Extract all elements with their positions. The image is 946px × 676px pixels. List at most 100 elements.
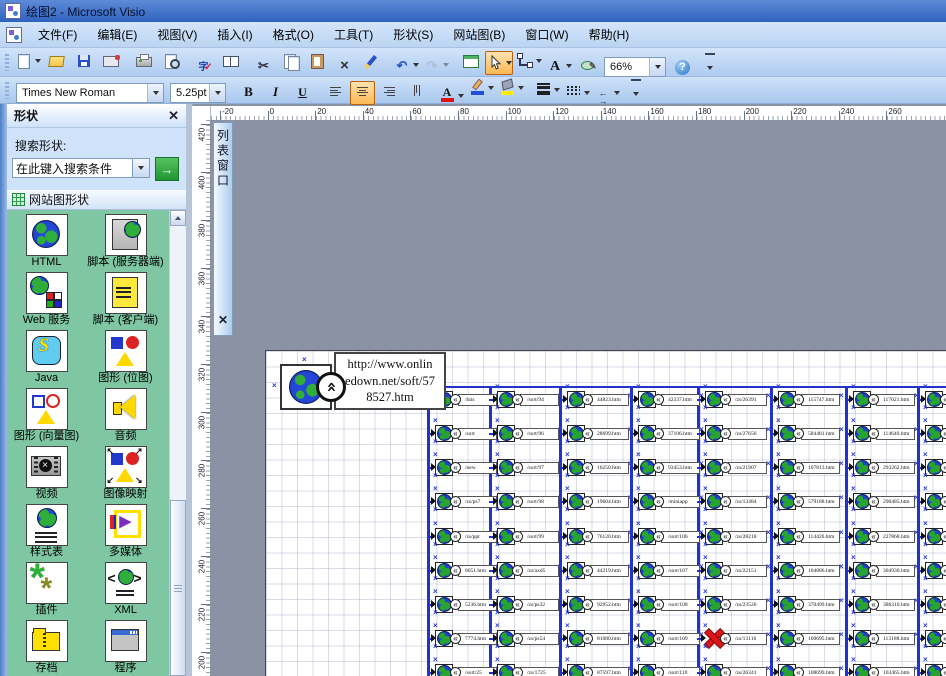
collapse-button[interactable]: « (793, 428, 804, 439)
web-page-shape[interactable]: ××«/sort/94× (495, 390, 559, 410)
collapse-button[interactable]: « (582, 394, 593, 405)
web-page-shape[interactable]: ××«/zs/13484× (703, 492, 767, 512)
collapse-button[interactable]: « (940, 531, 946, 542)
web-page-shape[interactable]: ××«7774.htm× (433, 629, 497, 649)
web-page-shape[interactable]: ××«108699.htm× (776, 663, 840, 676)
collapse-button[interactable]: « (940, 462, 946, 473)
web-page-shape[interactable]: ××«113188.htm× (851, 629, 915, 649)
line-pattern-button[interactable] (563, 81, 591, 105)
web-page-shape[interactable]: ××«5× (923, 390, 946, 410)
underline-button[interactable]: U (290, 81, 315, 105)
font-size-select[interactable]: 5.25pt (170, 83, 226, 103)
collapse-button[interactable]: « (512, 633, 523, 644)
web-page-shape[interactable]: ××«/zs/27656× (703, 424, 767, 444)
web-page-shape[interactable]: ××«293262.htm× (851, 458, 915, 478)
collapse-button[interactable]: « (868, 667, 879, 676)
collapse-button[interactable]: « (512, 565, 523, 576)
chevron-down-icon[interactable] (649, 58, 665, 76)
stencil-item-graphic-vector[interactable]: 图形 (向量图) (7, 388, 86, 444)
collapse-button[interactable]: « (582, 428, 593, 439)
web-page-shape[interactable]: ××«87597.htm× (565, 663, 629, 676)
toolbar-grip[interactable] (5, 82, 9, 99)
web-page-shape[interactable]: ××«/zs/23526× (703, 595, 767, 615)
menu-item[interactable]: 插入(I) (207, 24, 262, 46)
menu-item[interactable]: 视图(V) (147, 24, 207, 46)
web-page-shape[interactable]: ××«37106.htm× (636, 424, 700, 444)
collapse-button[interactable]: « (720, 565, 731, 576)
web-page-shape[interactable]: ××«/new× (433, 458, 497, 478)
web-page-shape[interactable]: ××«/zs/1725× (495, 663, 559, 676)
collapse-button[interactable]: « (316, 372, 346, 402)
collapse-button[interactable]: « (720, 633, 731, 644)
web-page-shape[interactable]: ××«2× (923, 527, 946, 547)
collapse-button[interactable]: « (512, 667, 523, 676)
web-page-shape[interactable]: ××«304930.htm× (851, 561, 915, 581)
stencil-item-image-map[interactable]: ↖↗↙↘图像映射 (86, 446, 165, 502)
menu-item[interactable]: 格式(O) (263, 24, 324, 46)
stencil-item-xml[interactable]: <>XML (86, 562, 165, 618)
stencil-item-archive[interactable]: 存档 (7, 620, 86, 676)
research-button[interactable] (218, 49, 243, 73)
collapse-button[interactable]: « (868, 428, 879, 439)
bold-button[interactable]: B (236, 80, 261, 104)
web-page-shape[interactable]: ××«76120.htm× (565, 527, 629, 547)
collapse-button[interactable]: « (450, 667, 461, 676)
collapse-button[interactable]: « (940, 565, 946, 576)
web-page-shape[interactable]: ××«227868.htm× (851, 527, 915, 547)
web-page-shape[interactable]: ××«/zs/26341× (703, 663, 767, 676)
line-ends-button[interactable]: ←→ (593, 81, 621, 105)
collapse-button[interactable]: « (720, 496, 731, 507)
web-page-shape[interactable]: ××«4× (923, 595, 946, 615)
chevron-down-icon[interactable] (209, 84, 225, 102)
web-page-shape[interactable]: ××«42337.htm× (636, 390, 700, 410)
web-page-shape[interactable]: ××«19604.htm× (565, 492, 629, 512)
web-page-shape[interactable]: ××«16250.htm× (565, 458, 629, 478)
collapse-button[interactable]: « (793, 531, 804, 542)
web-page-shape[interactable]: ××«3× (923, 458, 946, 478)
stencil-item-stylesheet[interactable]: 样式表 (7, 504, 86, 560)
align-right-button[interactable] (377, 81, 402, 105)
collapse-button[interactable]: « (450, 394, 461, 405)
web-page-shape[interactable]: ××«/sort/98× (495, 492, 559, 512)
stencil-item-audio[interactable]: 音频 (86, 388, 165, 444)
collapse-button[interactable]: « (940, 667, 946, 676)
web-page-shape[interactable]: ××«/sort/99× (495, 527, 559, 547)
web-page-shape[interactable]: ××«117021.htm× (851, 390, 915, 410)
scrollbar-thumb[interactable] (170, 500, 186, 676)
web-page-shape[interactable]: ××«114426.htm× (776, 527, 840, 547)
collapse-button[interactable]: « (512, 428, 523, 439)
font-color-button[interactable]: A (437, 84, 465, 108)
text-direction-button[interactable] (404, 81, 429, 105)
stencil-item-globe[interactable]: HTML (7, 214, 86, 270)
web-page-shape[interactable]: ××«44219.htm× (565, 561, 629, 581)
web-page-shape[interactable]: ××«8651.htm× (433, 561, 497, 581)
web-page-shape[interactable]: ××«3× (923, 663, 946, 676)
collapse-button[interactable]: « (940, 496, 946, 507)
collapse-button[interactable]: « (868, 599, 879, 610)
collapse-button[interactable]: « (793, 667, 804, 676)
collapse-button[interactable]: « (793, 565, 804, 576)
email-button[interactable] (98, 49, 123, 73)
collapse-button[interactable]: « (512, 599, 523, 610)
close-icon[interactable]: ✕ (218, 313, 228, 327)
collapse-button[interactable]: « (940, 633, 946, 644)
stencil-item-video[interactable]: ×视频 (7, 446, 86, 502)
close-icon[interactable]: ✕ (168, 108, 179, 124)
collapse-button[interactable]: « (793, 599, 804, 610)
stencil-item-java[interactable]: SJava (7, 330, 86, 386)
web-page-shape[interactable]: ××«/zs/22151× (703, 561, 767, 581)
font-name-select[interactable]: Times New Roman (16, 83, 164, 103)
collapse-button[interactable]: « (793, 394, 804, 405)
web-page-shape[interactable]: ××«44823.htm× (565, 390, 629, 410)
menu-item[interactable]: 网站图(B) (443, 24, 515, 46)
stencil-item-plugin[interactable]: **插件 (7, 562, 86, 618)
web-page-shape[interactable]: ××«370499.htm× (776, 595, 840, 615)
root-url-label[interactable]: http://www.onlin edown.net/soft/57 8527.… (334, 352, 446, 410)
stencil-item-multimedia[interactable]: ▶多媒体 (86, 504, 165, 560)
web-page-shape[interactable]: ××«/miniapp× (636, 492, 700, 512)
web-page-shape[interactable]: ××«5× (923, 629, 946, 649)
menu-item[interactable]: 形状(S) (383, 24, 443, 46)
collapse-button[interactable]: « (720, 667, 731, 676)
stencil-scrollbar[interactable] (169, 210, 187, 676)
menu-item[interactable]: 窗口(W) (515, 24, 578, 46)
